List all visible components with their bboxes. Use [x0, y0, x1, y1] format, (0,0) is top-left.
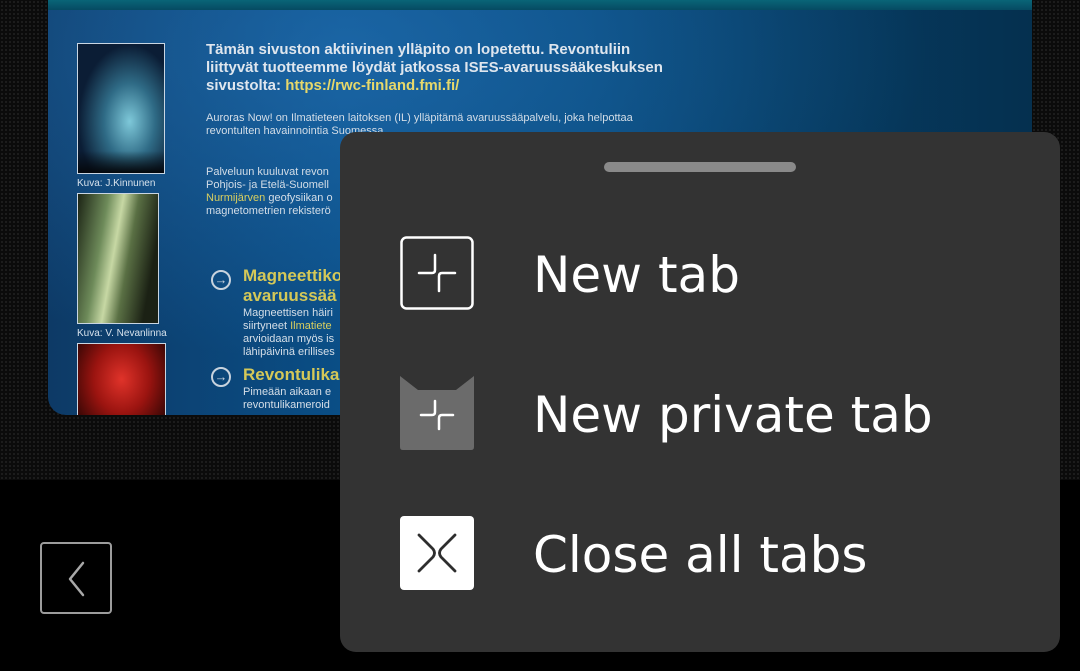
- new-tab-menu-item[interactable]: New tab: [340, 207, 1060, 337]
- arrow-right-circle-icon[interactable]: →: [211, 270, 231, 290]
- photo-caption-2: Kuva: V. Nevanlinna: [77, 328, 167, 339]
- section-1-heading-line-1[interactable]: Magneettiko: [243, 266, 342, 286]
- service-line-3: Nurmijärven geofysiikan o: [206, 192, 333, 205]
- notice-prefix: sivustolta:: [206, 77, 286, 94]
- service-line-4: magnetometrien rekisterö: [206, 205, 331, 217]
- section-1-line-1: Magneettisen häiri: [243, 307, 333, 319]
- intro-line-1: Auroras Now! on Ilmatieteen laitoksen (I…: [206, 112, 633, 124]
- arrow-right-circle-icon[interactable]: →: [211, 367, 231, 387]
- nurmijarvi-link[interactable]: Nurmijärven: [206, 192, 265, 204]
- ilmatieteen-link[interactable]: Ilmatiete: [290, 320, 332, 332]
- new-tab-label: New tab: [533, 246, 740, 304]
- new-private-tab-menu-item[interactable]: New private tab: [340, 347, 1060, 477]
- service-line-2: Pohjois- ja Etelä-Suomell: [206, 179, 329, 191]
- close-all-tabs-menu-item[interactable]: Close all tabs: [340, 487, 1060, 617]
- new-tab-icon: [400, 236, 474, 310]
- chevron-left-icon: [68, 561, 85, 597]
- notice-line-3: sivustolta: https://rwc-finland.fmi.fi/: [206, 77, 459, 95]
- section-2-line-2: revontulikameroid: [243, 399, 330, 411]
- photo-caption-1: Kuva: J.Kinnunen: [77, 178, 156, 189]
- close-all-icon: [400, 516, 474, 590]
- notice-link[interactable]: https://rwc-finland.fmi.fi/: [285, 77, 459, 94]
- back-button[interactable]: [40, 542, 112, 614]
- drag-handle[interactable]: [604, 162, 796, 172]
- section-2-line-1: Pimeään aikaan e: [243, 386, 332, 398]
- browser-screen: Kuva: J.Kinnunen Kuva: V. Nevanlinna Täm…: [0, 0, 1080, 671]
- section-1-line-3: arvioidaan myös is: [243, 333, 335, 345]
- aurora-photo-3: [77, 343, 166, 415]
- private-tab-icon: [400, 376, 474, 450]
- page-header-bar: [48, 0, 1032, 10]
- notice-line-2: liittyvät tuotteemme löydät jatkossa ISE…: [206, 59, 663, 76]
- service-line-3-rest: geofysiikan o: [265, 192, 333, 204]
- close-all-tabs-label: Close all tabs: [533, 526, 868, 584]
- tab-actions-menu: New tab New private tab Close all tabs: [340, 132, 1060, 652]
- section-1-line-2-prefix: siirtyneet: [243, 320, 291, 332]
- new-private-tab-label: New private tab: [533, 386, 933, 444]
- section-1-heading-line-2[interactable]: avaruussää: [243, 286, 337, 306]
- notice-line-1: Tämän sivuston aktiivinen ylläpito on lo…: [206, 41, 631, 58]
- aurora-photo-2: [77, 193, 159, 324]
- service-line-1: Palveluun kuuluvat revon: [206, 166, 329, 178]
- section-1-line-4: lähipäivinä erillises: [243, 346, 335, 358]
- section-1-line-2: siirtyneet Ilmatiete: [243, 320, 332, 333]
- section-2-heading[interactable]: Revontulika: [243, 365, 339, 385]
- aurora-photo-1: [77, 43, 165, 174]
